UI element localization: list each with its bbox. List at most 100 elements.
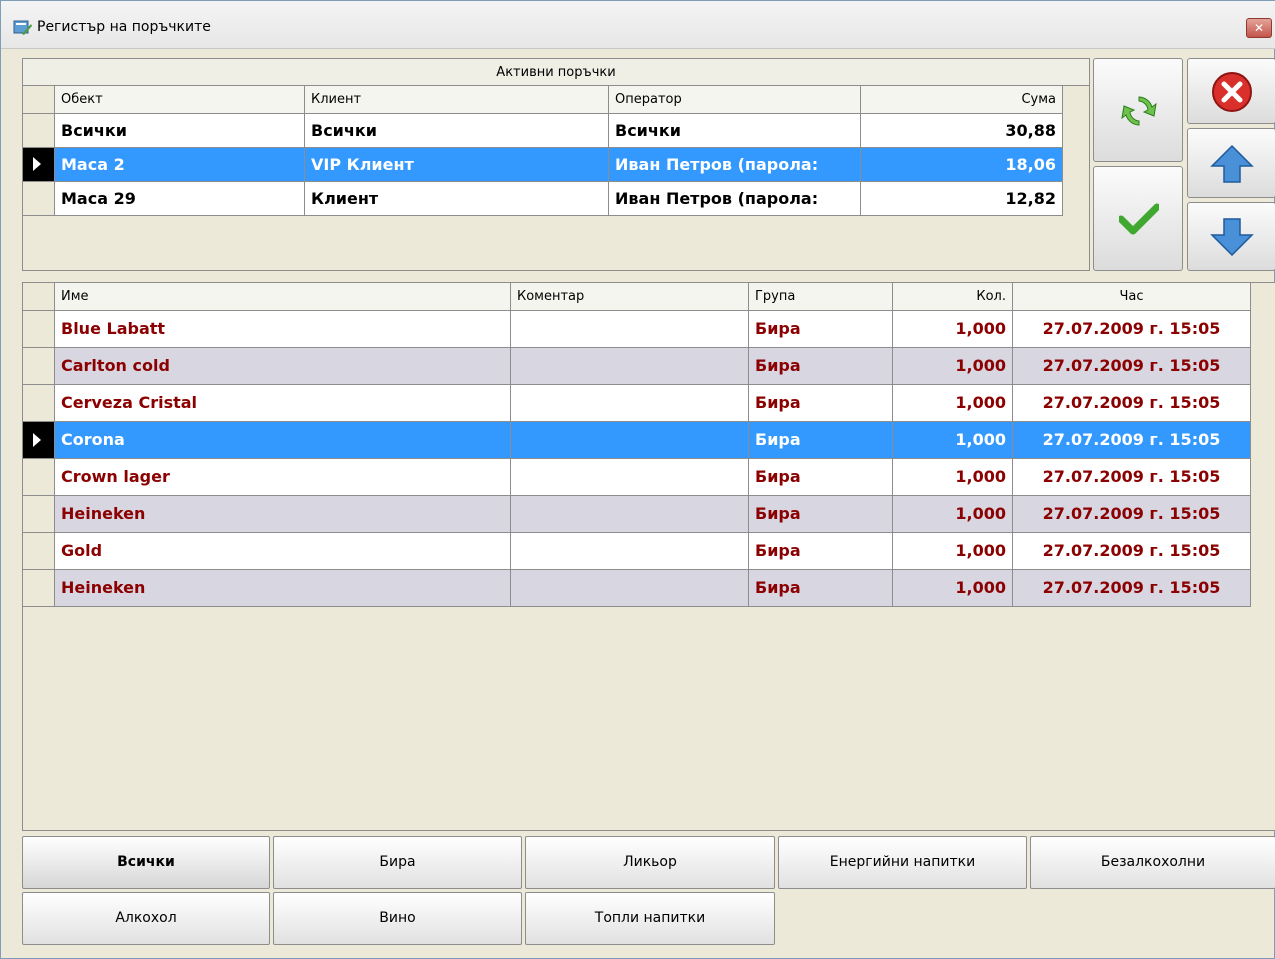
item-comment	[511, 533, 749, 570]
arrow-up-icon	[1210, 144, 1254, 183]
row-indicator[interactable]	[23, 148, 55, 182]
row-indicator[interactable]	[23, 385, 55, 422]
column-header-operator[interactable]: Оператор	[609, 86, 861, 114]
item-name: Blue Labatt	[55, 311, 511, 348]
item-time: 27.07.2009 г. 15:05	[1013, 311, 1251, 348]
item-name: Crown lager	[55, 459, 511, 496]
row-indicator[interactable]	[23, 114, 55, 148]
cancel-button[interactable]	[1187, 58, 1275, 124]
category-alcohol-button[interactable]: Алкохол	[22, 892, 270, 945]
order-row[interactable]: Маса 29 Клиент Иван Петров (парола: 12,8…	[23, 182, 1063, 216]
row-indicator[interactable]	[23, 533, 55, 570]
item-qty: 1,000	[893, 533, 1013, 570]
row-indicator[interactable]	[23, 422, 55, 459]
column-header-time[interactable]: Час	[1013, 283, 1251, 311]
item-row[interactable]: Blue Labatt Бира 1,000 27.07.2009 г. 15:…	[23, 311, 1251, 348]
row-indicator-header	[23, 283, 55, 311]
item-time: 27.07.2009 г. 15:05	[1013, 459, 1251, 496]
arrow-down-icon	[1210, 218, 1254, 257]
item-row[interactable]: Gold Бира 1,000 27.07.2009 г. 15:05	[23, 533, 1251, 570]
item-comment	[511, 570, 749, 607]
column-header-name[interactable]: Име	[55, 283, 511, 311]
row-indicator[interactable]	[23, 182, 55, 216]
order-client: Клиент	[305, 182, 609, 216]
category-hot-drinks-button[interactable]: Топли напитки	[525, 892, 775, 945]
refresh-button[interactable]	[1093, 58, 1183, 162]
order-object: Маса 2	[55, 148, 305, 182]
item-row[interactable]: Carlton cold Бира 1,000 27.07.2009 г. 15…	[23, 348, 1251, 385]
window-close-button[interactable]: ✕	[1246, 18, 1272, 38]
category-soft-drinks-button[interactable]: Безалкохолни	[1030, 836, 1275, 889]
item-group: Бира	[749, 459, 893, 496]
item-qty: 1,000	[893, 311, 1013, 348]
active-orders-grid: Активни поръчки Обект Клиент Оператор Су…	[22, 58, 1090, 271]
item-name: Heineken	[55, 496, 511, 533]
column-header-qty[interactable]: Кол.	[893, 283, 1013, 311]
item-row[interactable]: Cerveza Cristal Бира 1,000 27.07.2009 г.…	[23, 385, 1251, 422]
move-up-button[interactable]	[1187, 128, 1275, 198]
item-time: 27.07.2009 г. 15:05	[1013, 533, 1251, 570]
order-client: VIP Клиент	[305, 148, 609, 182]
item-name: Cerveza Cristal	[55, 385, 511, 422]
order-operator: Всички	[609, 114, 861, 148]
move-down-button[interactable]	[1187, 202, 1275, 271]
checkmark-icon	[1119, 203, 1159, 235]
item-group: Бира	[749, 422, 893, 459]
item-comment	[511, 348, 749, 385]
item-qty: 1,000	[893, 385, 1013, 422]
category-all-button[interactable]: Всички	[22, 836, 270, 889]
item-group: Бира	[749, 348, 893, 385]
close-icon: ✕	[1253, 21, 1265, 35]
item-group: Бира	[749, 570, 893, 607]
category-liqueur-button[interactable]: Ликьор	[525, 836, 775, 889]
order-row-selected[interactable]: Маса 2 VIP Клиент Иван Петров (парола: 1…	[23, 148, 1063, 182]
item-comment	[511, 311, 749, 348]
column-header-comment[interactable]: Коментар	[511, 283, 749, 311]
confirm-button[interactable]	[1093, 166, 1183, 271]
item-row[interactable]: Crown lager Бира 1,000 27.07.2009 г. 15:…	[23, 459, 1251, 496]
item-row[interactable]: Heineken Бира 1,000 27.07.2009 г. 15:05	[23, 570, 1251, 607]
refresh-icon	[1121, 96, 1157, 126]
column-header-group[interactable]: Група	[749, 283, 893, 311]
order-object: Маса 29	[55, 182, 305, 216]
row-indicator[interactable]	[23, 496, 55, 533]
item-qty: 1,000	[893, 459, 1013, 496]
category-energy-drinks-button[interactable]: Енергийни напитки	[778, 836, 1027, 889]
category-wine-button[interactable]: Вино	[273, 892, 522, 945]
column-header-client[interactable]: Клиент	[305, 86, 609, 114]
window-app-icon	[13, 20, 32, 35]
item-comment	[511, 422, 749, 459]
order-sum: 12,82	[861, 182, 1063, 216]
item-qty: 1,000	[893, 570, 1013, 607]
row-indicator[interactable]	[23, 348, 55, 385]
order-operator: Иван Петров (парола:	[609, 182, 861, 216]
item-comment	[511, 385, 749, 422]
order-items-grid: Име Коментар Група Кол. Час Blue Labatt …	[22, 282, 1275, 831]
item-row-selected[interactable]: Corona Бира 1,000 27.07.2009 г. 15:05	[23, 422, 1251, 459]
item-time: 27.07.2009 г. 15:05	[1013, 570, 1251, 607]
item-group: Бира	[749, 533, 893, 570]
item-qty: 1,000	[893, 422, 1013, 459]
active-orders-caption: Активни поръчки	[23, 59, 1089, 86]
row-indicator[interactable]	[23, 311, 55, 348]
order-client: Всички	[305, 114, 609, 148]
order-sum: 18,06	[861, 148, 1063, 182]
item-name: Heineken	[55, 570, 511, 607]
order-object: Всички	[55, 114, 305, 148]
item-name: Gold	[55, 533, 511, 570]
category-beer-button[interactable]: Бира	[273, 836, 522, 889]
order-row[interactable]: Всички Всички Всички 30,88	[23, 114, 1063, 148]
item-row[interactable]: Heineken Бира 1,000 27.07.2009 г. 15:05	[23, 496, 1251, 533]
row-indicator[interactable]	[23, 570, 55, 607]
item-comment	[511, 459, 749, 496]
current-row-arrow-icon	[33, 157, 41, 171]
item-time: 27.07.2009 г. 15:05	[1013, 348, 1251, 385]
cancel-icon	[1212, 72, 1252, 112]
item-qty: 1,000	[893, 348, 1013, 385]
column-header-object[interactable]: Обект	[55, 86, 305, 114]
item-time: 27.07.2009 г. 15:05	[1013, 496, 1251, 533]
row-indicator[interactable]	[23, 459, 55, 496]
item-qty: 1,000	[893, 496, 1013, 533]
item-group: Бира	[749, 496, 893, 533]
column-header-sum[interactable]: Сума	[861, 86, 1063, 114]
